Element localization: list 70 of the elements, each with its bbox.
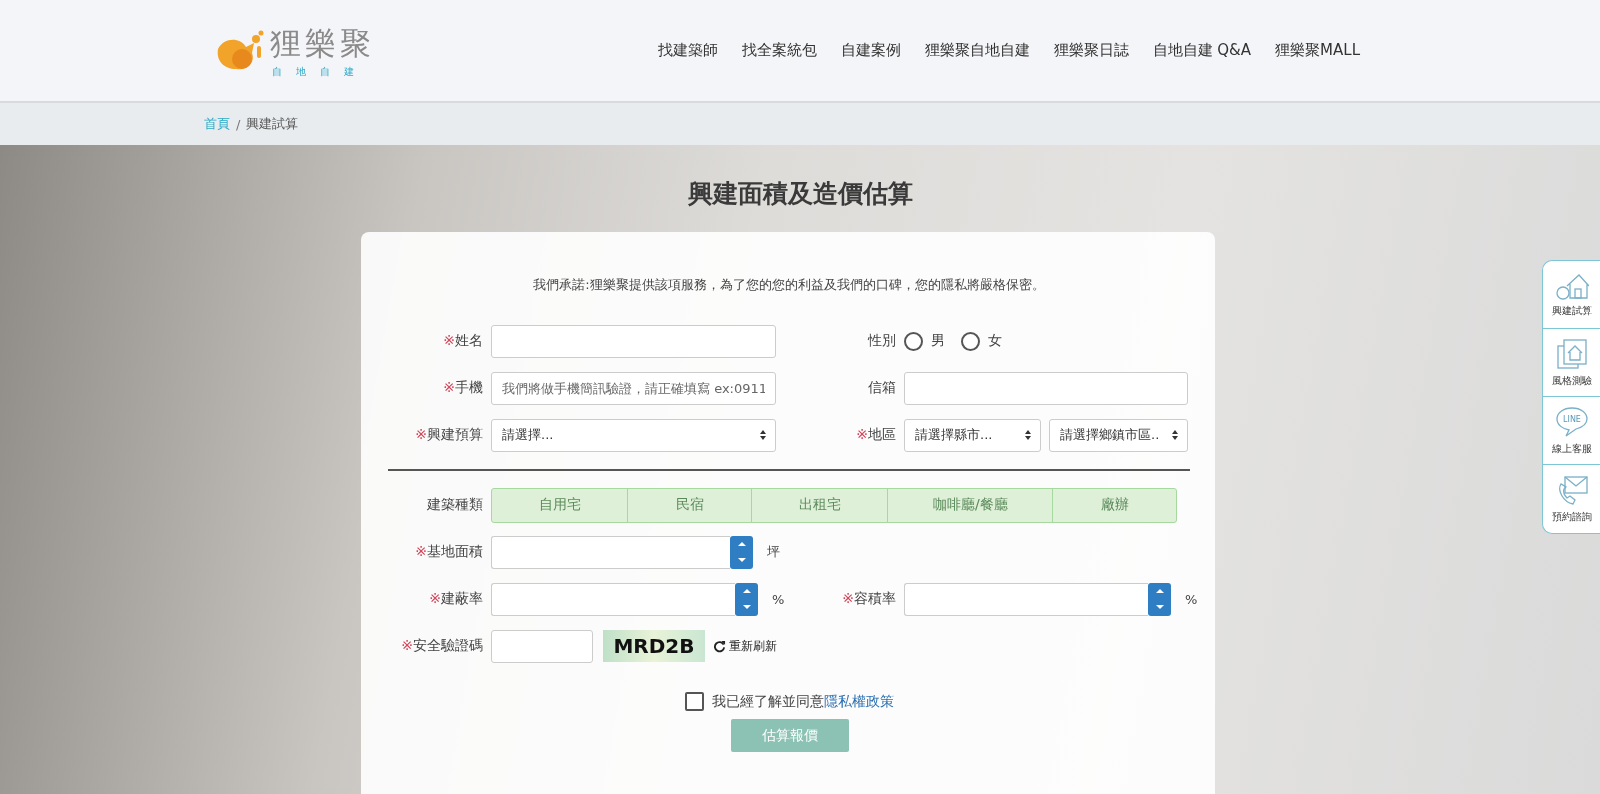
type-option[interactable]: 廠辦 — [1053, 488, 1176, 522]
up-arrow-icon — [1154, 587, 1165, 594]
district-select[interactable]: 請選擇鄉鎮市區.. — [1049, 418, 1188, 452]
nav-link[interactable]: 自地自建 Q&A — [1152, 41, 1252, 60]
refresh-link[interactable]: 重新刷新 — [713, 637, 777, 655]
nav-link[interactable]: 狸樂聚MALL — [1275, 41, 1360, 60]
unit-label: % — [772, 591, 785, 607]
email-field[interactable] — [904, 371, 1188, 405]
type-option[interactable]: 自用宅 — [492, 488, 629, 522]
field-label: 性別 — [866, 332, 896, 350]
agree-text: 我已經了解並同意隱私權政策 — [711, 692, 894, 711]
breadcrumb-current: 興建試算 — [246, 115, 299, 133]
nav-link[interactable]: 找建築師 — [657, 41, 718, 60]
side-tab[interactable]: 風格測驗 — [1543, 329, 1600, 397]
field-label: ※地區 — [855, 426, 896, 444]
sort-caret-icon — [759, 429, 767, 441]
up-arrow-icon — [736, 540, 747, 547]
nav-link[interactable]: 自建案例 — [840, 41, 901, 60]
logo-name: 狸樂聚 — [270, 23, 375, 63]
field-label: 建築種類 — [426, 496, 483, 514]
down-arrow-icon — [741, 604, 752, 611]
logo-tagline: 自地自建 — [271, 64, 369, 79]
chat-bubble-icon: LINE — [1554, 405, 1589, 438]
radio-button[interactable] — [904, 331, 923, 351]
number-field[interactable] — [904, 582, 1148, 616]
page-title: 興建面積及造價估算 — [687, 178, 913, 210]
nav-link[interactable]: 狸樂聚日誌 — [1053, 41, 1129, 60]
unit-label: 坪 — [767, 543, 780, 561]
down-arrow-icon — [736, 557, 747, 564]
type-option[interactable]: 民宿 — [628, 488, 753, 522]
house-pages-icon — [1555, 337, 1588, 370]
radio-label: 女 — [988, 332, 1002, 350]
nav-link[interactable]: 找全案統包 — [741, 41, 817, 60]
side-tab[interactable]: 預約諮詢 — [1543, 465, 1600, 533]
down-arrow-icon — [1154, 604, 1165, 611]
captcha-field[interactable] — [491, 629, 593, 663]
sort-caret-icon — [1024, 429, 1032, 441]
number-field[interactable] — [491, 535, 730, 569]
radio-button[interactable] — [961, 331, 980, 351]
field-label: ※手機 — [442, 379, 483, 397]
spinner-button[interactable] — [730, 535, 753, 569]
breadcrumb-separator: / — [236, 116, 241, 132]
phone-field[interactable]: 我們將做手機簡訊驗證，請正確填寫 ex:0911 — [491, 371, 776, 405]
type-option[interactable]: 咖啡廳/餐廳 — [888, 488, 1054, 522]
spinner-button[interactable] — [735, 582, 758, 616]
field-label: ※容積率 — [841, 590, 896, 608]
side-tab[interactable]: 興建試算 — [1543, 261, 1600, 329]
sort-caret-icon — [1171, 429, 1179, 441]
privacy-notice: 我們承諾:狸樂聚提供該項服務，為了您的您的利益及我們的口碑，您的隱私將嚴格保密。 — [532, 276, 1046, 294]
field-label: ※建蔽率 — [428, 590, 483, 608]
field-label: 信箱 — [867, 379, 896, 397]
city-select[interactable]: 請選擇縣市... — [904, 418, 1041, 452]
up-arrow-icon — [741, 587, 752, 594]
nav-link[interactable]: 狸樂聚自地自建 — [924, 41, 1030, 60]
type-option[interactable]: 出租宅 — [752, 488, 889, 522]
name-field[interactable] — [491, 324, 776, 358]
number-field[interactable] — [491, 582, 735, 616]
field-label: ※興建預算 — [414, 426, 483, 444]
refresh-icon — [713, 639, 726, 653]
unit-label: % — [1185, 591, 1198, 607]
side-tab[interactable]: LINE 線上客服 — [1543, 397, 1600, 465]
field-label: ※安全驗證碼 — [400, 637, 483, 655]
budget-select[interactable]: 請選擇... — [491, 418, 776, 452]
radio-label: 男 — [931, 332, 945, 350]
agree-checkbox[interactable] — [684, 692, 704, 711]
privacy-link[interactable]: 隱私權政策 — [823, 692, 894, 709]
captcha-image: MRD2B — [603, 630, 705, 662]
spinner-button[interactable] — [1148, 582, 1171, 616]
field-label: ※基地面積 — [414, 543, 483, 561]
field-label: ※姓名 — [442, 332, 483, 350]
